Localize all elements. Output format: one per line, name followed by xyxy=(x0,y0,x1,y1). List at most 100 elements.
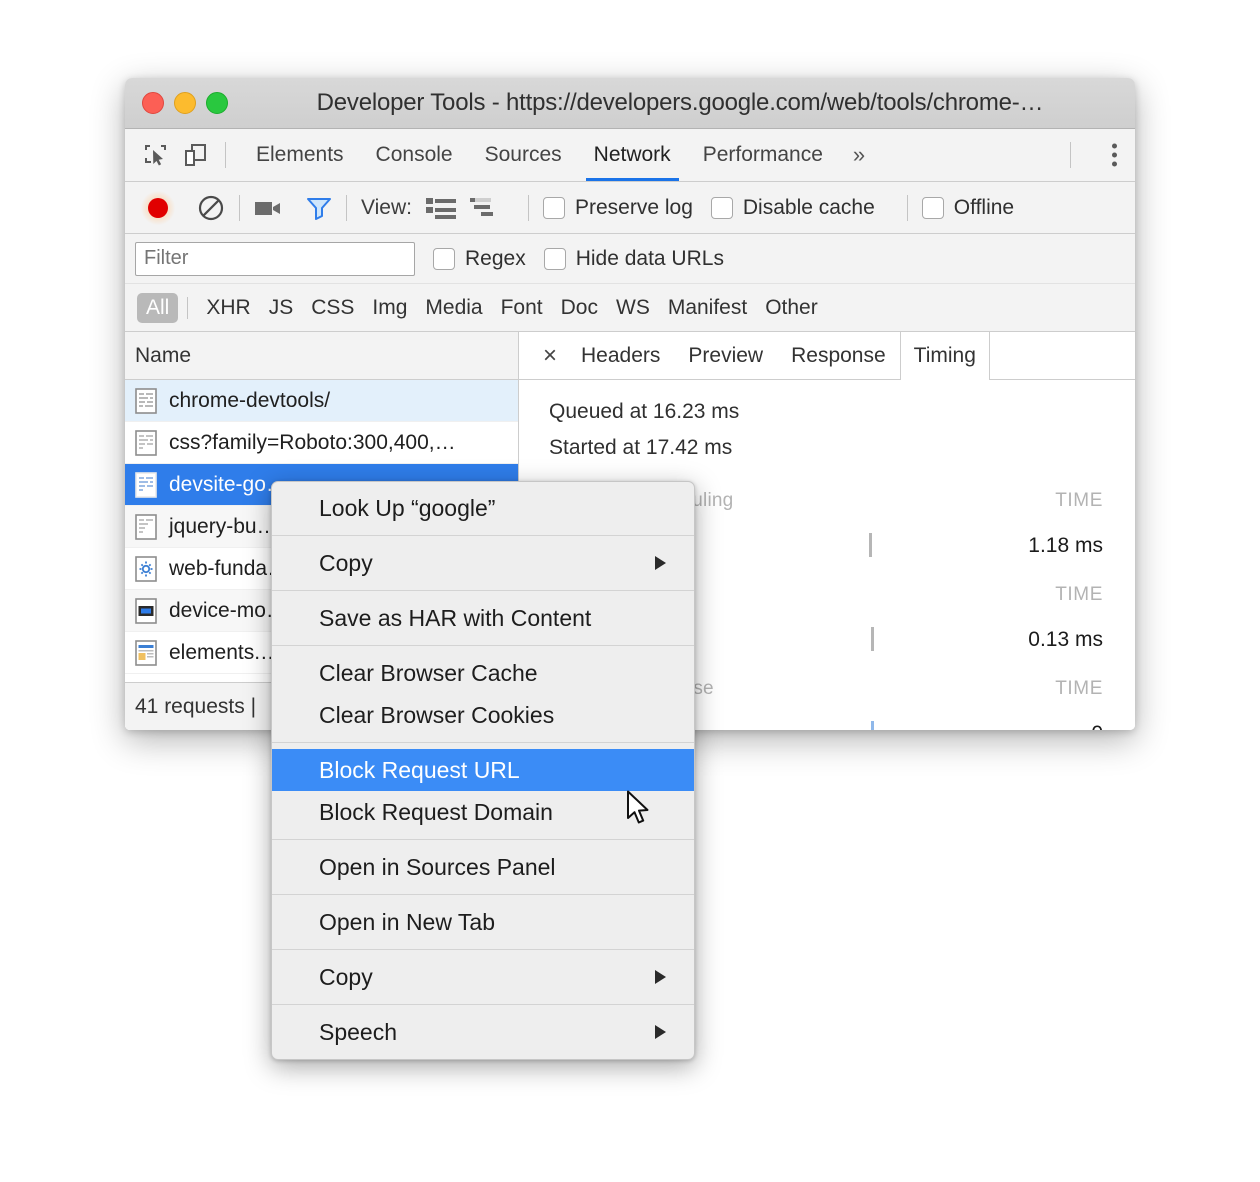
type-filter-media[interactable]: Media xyxy=(416,293,491,323)
menu-item-copy-top[interactable]: Copy xyxy=(272,542,694,584)
more-tabs-icon[interactable]: » xyxy=(839,142,879,168)
tab-console[interactable]: Console xyxy=(360,129,469,181)
menu-separator xyxy=(272,535,694,536)
type-filter-manifest[interactable]: Manifest xyxy=(659,293,756,323)
menu-separator xyxy=(272,645,694,646)
menu-item-label: Speech xyxy=(319,1018,398,1045)
timing-bar xyxy=(871,627,874,651)
request-name: device-mo… xyxy=(169,598,287,622)
tab-headers[interactable]: Headers xyxy=(567,331,674,379)
type-filter-img[interactable]: Img xyxy=(363,293,416,323)
network-toolbar: View: Preserve log Disable cache Offline xyxy=(125,182,1135,234)
document-icon xyxy=(135,429,157,456)
waterfall-view-icon[interactable] xyxy=(469,196,500,220)
tab-timing[interactable]: Timing xyxy=(899,331,990,380)
checkbox-box xyxy=(542,196,565,219)
timing-row-value: 0 xyxy=(1091,722,1103,730)
menu-item-clear-browser-cache[interactable]: Clear Browser Cache xyxy=(272,652,694,694)
devtools-panel-bar: Elements Console Sources Network Perform… xyxy=(125,129,1135,182)
menu-separator xyxy=(272,1004,694,1005)
menu-separator xyxy=(272,894,694,895)
type-filter-font[interactable]: Font xyxy=(492,293,552,323)
document-icon xyxy=(135,471,157,498)
hide-data-urls-checkbox[interactable]: Hide data URLs xyxy=(543,247,724,271)
tab-elements[interactable]: Elements xyxy=(240,129,360,181)
checkbox-box xyxy=(921,196,944,219)
menu-separator xyxy=(272,839,694,840)
tab-sources[interactable]: Sources xyxy=(469,129,578,181)
window-title: Developer Tools - https://developers.goo… xyxy=(316,89,1044,116)
menu-item-open-in-sources-panel[interactable]: Open in Sources Panel xyxy=(272,846,694,888)
type-filter-other[interactable]: Other xyxy=(756,293,827,323)
tab-performance[interactable]: Performance xyxy=(687,129,839,181)
offline-checkbox[interactable]: Offline xyxy=(921,196,1014,220)
menu-item-save-as-har[interactable]: Save as HAR with Content xyxy=(272,597,694,639)
menu-item-block-request-domain[interactable]: Block Request Domain xyxy=(272,791,694,833)
list-view-icon[interactable] xyxy=(425,196,456,220)
checkbox-box xyxy=(543,247,566,270)
table-row[interactable]: chrome-devtools/ xyxy=(125,380,518,422)
context-menu: Look Up “google” Copy Save as HAR with C… xyxy=(271,481,695,1060)
regex-checkbox[interactable]: Regex xyxy=(433,247,526,271)
tab-preview[interactable]: Preview xyxy=(674,331,777,379)
submenu-arrow-icon xyxy=(655,556,666,570)
timing-time-header: TIME xyxy=(1055,584,1103,605)
toolbar-divider-right xyxy=(1070,142,1071,168)
record-dot xyxy=(148,197,168,218)
request-name: chrome-devtools/ xyxy=(169,388,331,412)
detail-tabs: × Headers Preview Response Timing xyxy=(519,331,1135,380)
table-row[interactable]: css?family=Roboto:300,400,… xyxy=(125,422,518,464)
column-header-name[interactable]: Name xyxy=(125,332,518,380)
timing-row-value: 0.13 ms xyxy=(1028,628,1103,651)
device-toolbar-icon[interactable] xyxy=(181,140,211,170)
type-filter-xhr[interactable]: XHR xyxy=(197,293,259,323)
menu-separator xyxy=(272,742,694,743)
type-filter-ws[interactable]: WS xyxy=(607,293,659,323)
request-name: jquery-bu… xyxy=(169,514,278,538)
timing-bar xyxy=(871,721,874,730)
timing-time-header: TIME xyxy=(1055,490,1103,511)
tab-response[interactable]: Response xyxy=(777,331,900,379)
page-image-icon xyxy=(135,639,157,666)
request-name: css?family=Roboto:300,400,… xyxy=(169,430,456,454)
checkbox-box xyxy=(710,196,733,219)
menu-item-look-up[interactable]: Look Up “google” xyxy=(272,487,694,529)
menu-item-open-in-new-tab[interactable]: Open in New Tab xyxy=(272,901,694,943)
preserve-log-label: Preserve log xyxy=(574,195,693,219)
disable-cache-checkbox[interactable]: Disable cache xyxy=(710,195,875,220)
close-icon[interactable]: × xyxy=(533,332,567,379)
record-button-icon[interactable] xyxy=(141,190,175,225)
camera-icon[interactable] xyxy=(254,197,284,219)
type-filter-js[interactable]: JS xyxy=(260,293,303,323)
menu-item-label: Copy xyxy=(319,963,373,990)
filter-funnel-icon[interactable] xyxy=(306,195,332,221)
clear-icon[interactable] xyxy=(197,194,225,222)
disable-cache-label: Disable cache xyxy=(742,195,875,219)
resource-type-filters: All XHR JS CSS Img Media Font Doc WS Man… xyxy=(125,284,1135,332)
menu-item-clear-browser-cookies[interactable]: Clear Browser Cookies xyxy=(272,694,694,736)
minimize-window-button[interactable] xyxy=(174,92,196,114)
type-filter-divider xyxy=(187,296,189,319)
timing-bar xyxy=(869,533,872,557)
request-name: devsite-go… xyxy=(169,472,287,496)
type-filter-all[interactable]: All xyxy=(137,292,179,323)
tab-network[interactable]: Network xyxy=(578,129,687,181)
document-icon xyxy=(135,513,157,540)
preserve-log-checkbox[interactable]: Preserve log xyxy=(542,195,693,220)
toolbar-divider-3 xyxy=(346,194,347,221)
zoom-window-button[interactable] xyxy=(206,92,228,114)
kebab-menu-icon[interactable] xyxy=(1112,143,1117,167)
menu-item-copy-bottom[interactable]: Copy xyxy=(272,956,694,998)
filter-input[interactable] xyxy=(135,241,415,276)
close-window-button[interactable] xyxy=(142,92,164,114)
menu-item-block-request-url[interactable]: Block Request URL xyxy=(272,749,694,791)
toolbar-divider xyxy=(225,142,226,168)
filter-row: Regex Hide data URLs xyxy=(125,234,1135,284)
inspect-element-icon[interactable] xyxy=(141,140,171,170)
menu-item-speech[interactable]: Speech xyxy=(272,1011,694,1053)
timing-time-header: TIME xyxy=(1055,678,1103,699)
type-filter-doc[interactable]: Doc xyxy=(552,293,607,323)
document-icon xyxy=(135,387,157,414)
request-name: elements.… xyxy=(169,640,282,664)
type-filter-css[interactable]: CSS xyxy=(302,293,363,323)
